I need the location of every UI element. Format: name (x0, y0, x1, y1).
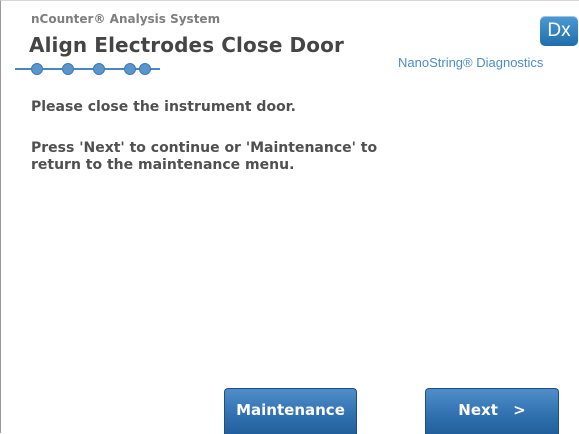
progress-step-2 (62, 63, 74, 75)
next-arrow-icon: > (513, 401, 526, 419)
next-button[interactable]: Next > (425, 388, 559, 434)
app-name: nCounter® Analysis System (31, 12, 221, 26)
progress-step-4 (124, 63, 136, 75)
instruction-close-door: Please close the instrument door. (31, 99, 296, 115)
instruction-continue: Press 'Next' to continue or 'Maintenance… (31, 140, 378, 173)
brand-name: NanoString® Diagnostics (398, 55, 544, 70)
progress-indicator (15, 63, 160, 75)
progress-step-1 (31, 63, 43, 75)
maintenance-button-label: Maintenance (236, 401, 345, 419)
progress-step-3 (93, 63, 105, 75)
progress-step-5 (139, 63, 151, 75)
maintenance-button[interactable]: Maintenance (224, 388, 357, 434)
app-window: nCounter® Analysis System Align Electrod… (0, 0, 579, 434)
page-title: Align Electrodes Close Door (29, 33, 344, 57)
dx-logo: Dx (540, 16, 578, 46)
next-button-label: Next (458, 401, 498, 419)
